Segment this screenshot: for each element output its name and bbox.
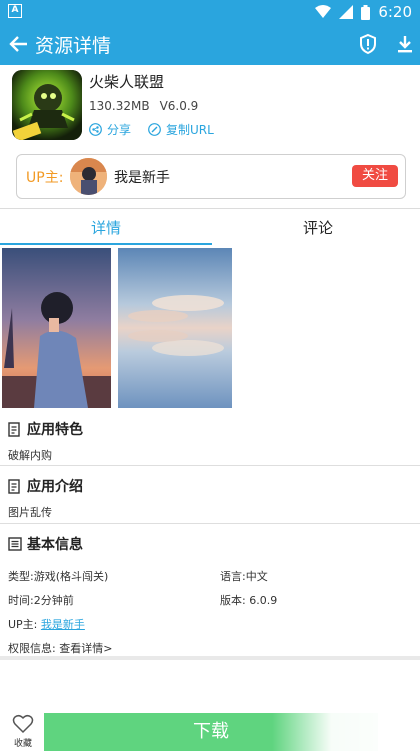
notification-a-icon: A [8, 4, 22, 18]
signal-icon [339, 5, 354, 19]
active-tab-indicator [0, 243, 212, 245]
copy-url-button[interactable]: 复制URL [148, 121, 214, 138]
list-icon [8, 537, 22, 551]
share-button[interactable]: 分享 [89, 121, 131, 138]
uploader-link[interactable]: 我是新手 [41, 618, 85, 631]
app-info: 火柴人联盟 130.32MB V6.0.9 分享 复制URL [0, 65, 420, 150]
info-language: 语言:中文 [220, 570, 268, 583]
link-icon [148, 123, 161, 136]
info-type: 类型:游戏(格斗闯关) [8, 570, 109, 583]
uploader-label: UP主: [26, 170, 64, 186]
download-icon[interactable] [394, 33, 416, 55]
app-name: 火柴人联盟 [89, 73, 165, 91]
copy-url-label: 复制URL [166, 123, 214, 137]
section-header: 应用特色 [8, 419, 83, 439]
avatar[interactable] [70, 158, 107, 195]
app-icon [12, 70, 82, 140]
section-text: 破解内购 [8, 449, 52, 462]
section-basic-info: 基本信息 类型:游戏(格斗闯关) 语言:中文 时间:2分钟前 版本: 6.0.9… [0, 524, 420, 660]
report-shield-icon[interactable] [357, 33, 379, 55]
follow-button[interactable]: 关注 [352, 165, 398, 187]
back-arrow-icon[interactable] [8, 33, 30, 55]
share-label: 分享 [107, 123, 132, 137]
app-version: V6.0.9 [159, 99, 199, 113]
status-bar: A 6:20 [0, 0, 420, 24]
favorite-label: 收藏 [14, 739, 33, 749]
section-app-features: 应用特色 破解内购 [0, 410, 420, 466]
uploader-name: 我是新手 [114, 170, 170, 186]
section-header: 基本信息 [8, 534, 83, 554]
tab-comments[interactable]: 评论 [303, 217, 333, 238]
app-size: 130.32MB [89, 99, 150, 113]
section-title: 应用特色 [27, 422, 83, 438]
section-title: 应用介绍 [27, 479, 83, 495]
section-text: 图片乱传 [8, 506, 52, 519]
document-icon [8, 478, 20, 494]
info-time: 时间:2分钟前 [8, 594, 74, 607]
section-title: 基本信息 [27, 537, 83, 553]
screenshot-1[interactable] [2, 248, 111, 408]
section-header: 应用介绍 [8, 476, 83, 496]
battery-icon [361, 4, 371, 20]
info-version: 版本: 6.0.9 [220, 594, 278, 607]
info-uploader-label: UP主: [8, 618, 38, 631]
tab-bar: 详情 评论 [0, 208, 420, 245]
heart-icon[interactable] [11, 714, 35, 734]
clock-time: 6:20 [378, 3, 412, 21]
tab-details[interactable]: 详情 [91, 217, 121, 238]
wifi-icon [315, 5, 332, 18]
screenshot-gallery [0, 246, 420, 410]
app-meta: 130.32MB V6.0.9 [89, 99, 198, 113]
app-bar: 资源详情 [0, 24, 420, 65]
info-uploader: UP主: 我是新手 [8, 616, 85, 632]
document-icon [8, 421, 20, 437]
share-icon [89, 123, 102, 136]
status-icons: 6:20 [315, 3, 412, 21]
fade-overlay [272, 700, 420, 751]
permissions-link[interactable]: 权限信息: 查看详情> [8, 640, 112, 656]
section-app-intro: 应用介绍 图片乱传 [0, 466, 420, 524]
page-title: 资源详情 [35, 35, 112, 57]
screenshot-2[interactable] [118, 248, 232, 408]
uploader-card: UP主: 我是新手 关注 [16, 154, 406, 199]
